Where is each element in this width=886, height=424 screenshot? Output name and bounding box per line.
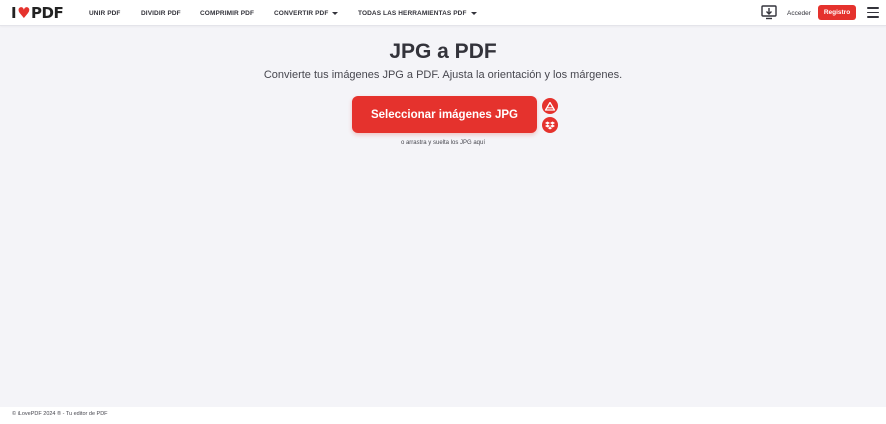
top-navigation-bar: I ♥ PDF UNIR PDF DIVIDIR PDF COMPRIMIR P… (0, 0, 886, 26)
nav-item-label: TODAS LAS HERRAMIENTAS PDF (358, 9, 467, 17)
nav-item-label: UNIR PDF (89, 9, 121, 17)
desktop-download-icon[interactable] (761, 5, 777, 20)
select-images-button[interactable]: Seleccionar imágenes JPG (352, 96, 537, 133)
footer-copyright: © iLovePDF 2024 ® - Tu editor de PDF (12, 411, 108, 417)
signup-button[interactable]: Registro (818, 5, 856, 20)
drag-drop-hint: o arrastra y suelta los JPG aquí (400, 140, 486, 146)
logo-prefix: I (11, 4, 17, 22)
chevron-down-icon (470, 11, 477, 15)
chevron-down-icon (332, 11, 339, 15)
nav-item-comprimir-pdf[interactable]: COMPRIMIR PDF (200, 0, 254, 26)
hamburger-menu-icon[interactable] (867, 7, 879, 18)
page-title: JPG a PDF (389, 40, 497, 63)
nav-item-todas-herramientas[interactable]: TODAS LAS HERRAMIENTAS PDF (358, 0, 477, 26)
nav-item-convertir-pdf[interactable]: CONVERTIR PDF (274, 0, 339, 26)
nav-item-label: COMPRIMIR PDF (200, 9, 255, 17)
nav-item-label: DIVIDIR PDF (141, 9, 181, 17)
dropbox-button[interactable] (542, 117, 558, 133)
page-subtitle: Convierte tus imágenes JPG a PDF. Ajusta… (263, 69, 623, 81)
footer: © iLovePDF 2024 ® - Tu editor de PDF (0, 407, 886, 424)
nav-item-dividir-pdf[interactable]: DIVIDIR PDF (141, 0, 181, 26)
google-drive-button[interactable] (542, 98, 558, 114)
ilovepdf-logo[interactable]: I ♥ PDF (11, 4, 64, 22)
dropbox-icon (545, 121, 555, 129)
google-drive-icon (545, 101, 555, 111)
logo-suffix: PDF (31, 4, 64, 22)
login-link[interactable]: Acceder (787, 0, 811, 26)
nav-item-label: CONVERTIR PDF (274, 9, 329, 17)
heart-icon: ♥ (17, 4, 31, 22)
nav-item-unir-pdf[interactable]: UNIR PDF (89, 0, 121, 26)
